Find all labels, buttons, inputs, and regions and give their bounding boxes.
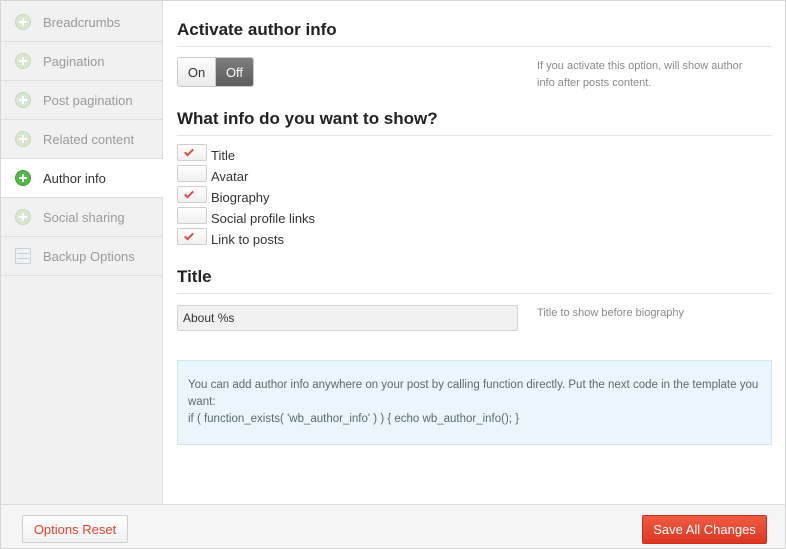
- toggle-off-option[interactable]: Off: [216, 58, 253, 86]
- sidebar-item-social-sharing[interactable]: Social sharing: [1, 198, 162, 237]
- sidebar-item-backup-options[interactable]: Backup Options: [1, 237, 162, 276]
- section-title-what-info: What info do you want to show?: [177, 109, 438, 128]
- checkbox[interactable]: [177, 207, 207, 224]
- option-biography[interactable]: Biography: [177, 184, 270, 205]
- info-notice: You can add author info anywhere on your…: [177, 360, 772, 445]
- sidebar-item-post-pagination[interactable]: Post pagination: [1, 81, 162, 120]
- divider: [177, 135, 772, 136]
- sidebar-item-label: Backup Options: [43, 248, 135, 264]
- option-link-to-posts[interactable]: Link to posts: [177, 226, 284, 247]
- stack-icon: [15, 248, 31, 264]
- plus-circle-icon: [15, 53, 31, 69]
- main-content: Activate author info On Off If you activ…: [163, 1, 785, 504]
- options-reset-button[interactable]: Options Reset: [22, 515, 128, 543]
- option-label: Link to posts: [211, 231, 284, 247]
- plus-circle-icon: [15, 14, 31, 30]
- plus-circle-icon: [15, 131, 31, 147]
- sidebar-item-label: Related content: [43, 131, 135, 147]
- sidebar: Breadcrumbs Pagination Post pagination R…: [1, 1, 163, 504]
- checkmark-icon: [184, 188, 194, 199]
- sidebar-item-label: Post pagination: [43, 92, 133, 108]
- checkmark-icon: [184, 146, 194, 157]
- checkmark-icon: [184, 230, 194, 241]
- checkbox[interactable]: [177, 144, 207, 161]
- sidebar-item-label: Pagination: [43, 53, 105, 69]
- divider: [177, 46, 772, 47]
- activate-help-text: If you activate this option, will show a…: [537, 60, 743, 89]
- footer-bar: Options Reset Save All Changes: [1, 504, 785, 548]
- divider: [177, 293, 772, 294]
- sidebar-item-related-content[interactable]: Related content: [1, 120, 162, 159]
- option-social-profile-links[interactable]: Social profile links: [177, 205, 315, 226]
- info-text: You can add author info anywhere on your…: [188, 379, 759, 408]
- option-avatar[interactable]: Avatar: [177, 163, 248, 184]
- title-input[interactable]: [177, 305, 518, 331]
- title-help-text: Title to show before biography: [537, 307, 684, 319]
- info-code: if ( function_exists( 'wb_author_info' )…: [188, 413, 520, 425]
- plus-circle-icon: [15, 92, 31, 108]
- checkbox[interactable]: [177, 228, 207, 245]
- option-label: Social profile links: [211, 210, 316, 226]
- plus-circle-icon: [15, 170, 31, 186]
- toggle-on-option[interactable]: On: [178, 58, 216, 86]
- option-label: Title: [211, 147, 236, 163]
- sidebar-item-breadcrumbs[interactable]: Breadcrumbs: [1, 3, 162, 42]
- sidebar-item-label: Social sharing: [43, 209, 125, 225]
- option-label: Biography: [211, 189, 270, 205]
- section-title-title: Title: [177, 267, 212, 286]
- sidebar-item-label: Breadcrumbs: [43, 14, 121, 30]
- plus-circle-icon: [15, 209, 31, 225]
- checkbox[interactable]: [177, 186, 207, 203]
- option-label: Avatar: [211, 168, 249, 184]
- checkbox[interactable]: [177, 165, 207, 182]
- section-title-activate: Activate author info: [177, 20, 337, 39]
- save-all-changes-button[interactable]: Save All Changes: [642, 515, 767, 544]
- sidebar-item-label: Author info: [43, 170, 106, 186]
- options-panel: Breadcrumbs Pagination Post pagination R…: [0, 0, 786, 549]
- option-title[interactable]: Title: [177, 142, 235, 163]
- sidebar-item-author-info[interactable]: Author info: [1, 159, 163, 198]
- activate-toggle[interactable]: On Off: [177, 57, 254, 87]
- sidebar-item-pagination[interactable]: Pagination: [1, 42, 162, 81]
